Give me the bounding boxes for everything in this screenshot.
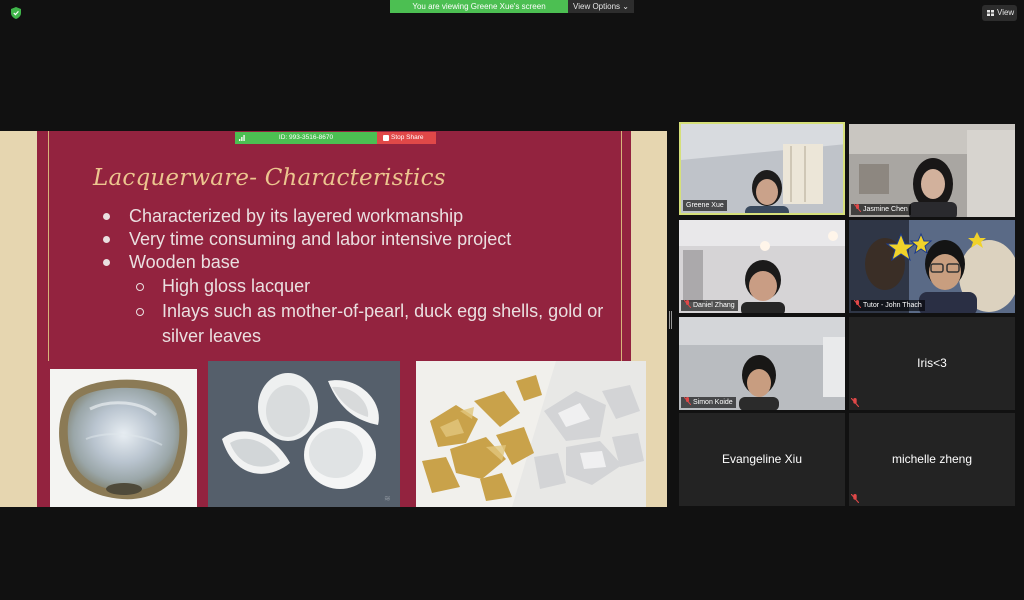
participant-name-label: Simon Koide	[681, 397, 736, 408]
duck-egg-shells-photo: ≋	[208, 361, 400, 507]
slide-bullet-text: Very time consuming and labor intensive …	[129, 229, 512, 249]
slide-sub-bullet: High gloss lacquer	[100, 274, 620, 299]
muted-mic-icon	[851, 398, 859, 407]
bullet-dot-icon	[103, 236, 110, 243]
video-tile-daniel-zhang[interactable]: Daniel Zhang	[679, 220, 845, 313]
split-resize-handle[interactable]	[669, 311, 672, 329]
video-tile-michelle-zheng[interactable]: michelle zheng	[849, 413, 1015, 506]
slide-bullet: Very time consuming and labor intensive …	[100, 228, 620, 251]
participant-name: michelle zheng	[891, 452, 973, 466]
video-tile-jasmine-chen[interactable]: Jasmine Chen	[849, 124, 1015, 217]
view-button[interactable]: View	[982, 5, 1017, 21]
view-button-label: View	[997, 8, 1015, 17]
muted-mic-icon	[684, 397, 691, 405]
meeting-id-badge[interactable]: ID: 993-3516-8670	[235, 132, 377, 144]
bullet-dot-icon	[103, 259, 110, 266]
bullet-ring-icon	[136, 308, 144, 316]
participant-name-label: Jasmine Chen	[851, 204, 911, 215]
participant-name: Iris<3	[917, 356, 947, 370]
stop-icon	[383, 135, 389, 141]
video-tile-evangeline-xiu[interactable]: Evangeline Xiu	[679, 413, 845, 506]
muted-mic-icon	[684, 300, 691, 308]
participant-name-label: Tutor - John Thach	[851, 300, 925, 311]
slide-sub-bullet: Inlays such as mother-of-pearl, duck egg…	[100, 299, 620, 349]
muted-mic-icon	[851, 494, 859, 503]
mother-of-pearl-photo	[50, 369, 197, 507]
video-tile-tutor-john-thach[interactable]: Tutor - John Thach	[849, 220, 1015, 313]
stop-share-button[interactable]: Stop Share	[377, 132, 436, 144]
slide-bullet: Wooden base	[100, 251, 620, 274]
gold-silver-leaf-photo	[416, 361, 646, 507]
slide-bullet: Characterized by its layered workmanship	[100, 205, 620, 228]
bullet-ring-icon	[136, 283, 144, 291]
share-toolbar: ID: 993-3516-8670 Stop Share	[235, 132, 436, 144]
shield-icon[interactable]	[9, 6, 23, 20]
video-tile-greene-xue[interactable]: Greene Xue	[679, 122, 845, 215]
participant-name: Daniel Zhang	[693, 302, 735, 309]
participant-name-label: Daniel Zhang	[681, 300, 738, 311]
muted-mic-icon	[854, 204, 861, 212]
participant-name: Evangeline Xiu	[721, 452, 803, 466]
participant-name: Simon Koide	[693, 399, 733, 406]
view-options-button[interactable]: View Options ⌄	[568, 0, 634, 13]
participant-name: Greene Xue	[686, 202, 724, 209]
svg-text:≋: ≋	[384, 494, 391, 503]
view-options-label: View Options	[573, 2, 621, 11]
signal-icon	[239, 135, 245, 141]
slide-sub-bullet-text: High gloss lacquer	[162, 276, 311, 296]
slide-bullet-text: Wooden base	[129, 252, 240, 272]
gallery-grid-icon	[987, 10, 994, 16]
slide-border-line	[621, 131, 622, 361]
participant-name: Jasmine Chen	[863, 206, 908, 213]
bullet-dot-icon	[103, 213, 110, 220]
participant-name: Tutor - John Thach	[863, 302, 922, 309]
video-tile-iris[interactable]: Iris<3	[849, 317, 1015, 410]
video-tile-simon-koide[interactable]: Simon Koide	[679, 317, 845, 410]
participant-name-label: Greene Xue	[683, 200, 727, 211]
slide-title: Lacquerware- Characteristics	[93, 165, 446, 191]
slide-bullet-list: Characterized by its layered workmanship…	[100, 205, 620, 349]
muted-mic-icon	[854, 300, 861, 308]
meeting-id-text: ID: 993-3516-8670	[278, 134, 334, 141]
stop-share-label: Stop Share	[391, 134, 424, 141]
viewing-screen-banner: You are viewing Greene Xue's screen	[390, 0, 568, 13]
slide-bullet-text: Characterized by its layered workmanship	[129, 206, 464, 226]
chevron-down-icon: ⌄	[622, 2, 629, 11]
slide-border-line	[48, 131, 49, 361]
slide-sub-bullet-text: Inlays such as mother-of-pearl, duck egg…	[162, 301, 604, 346]
